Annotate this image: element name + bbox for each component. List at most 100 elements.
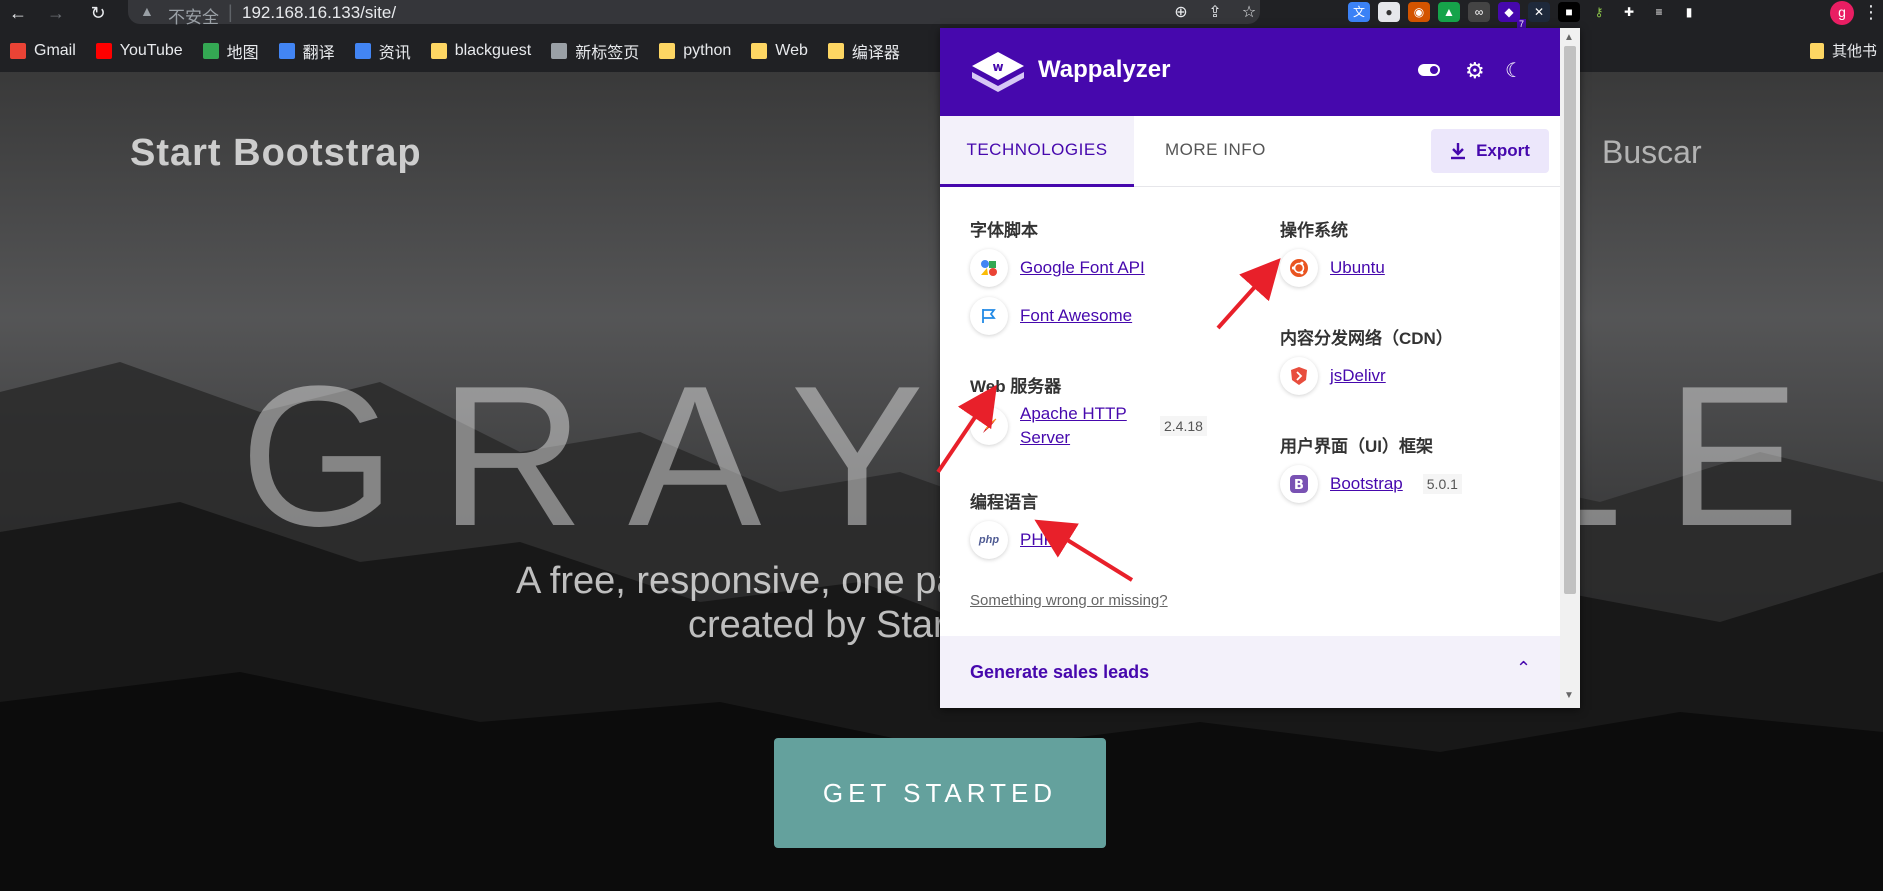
popup-scrollbar[interactable]: ▲ ▼ <box>1560 28 1580 708</box>
bookmark-favicon-icon <box>95 43 112 59</box>
tech-google-font-api[interactable]: Google Font API <box>970 249 1145 287</box>
scroll-down-icon[interactable]: ▼ <box>1564 690 1574 701</box>
tech-name[interactable]: Bootstrap <box>1330 472 1403 496</box>
tech-font-awesome[interactable]: Font Awesome <box>970 297 1132 335</box>
tech-name[interactable]: Ubuntu <box>1330 256 1385 280</box>
extension-key-icon[interactable]: ⚷ <box>1588 2 1610 22</box>
bookmark-item[interactable]: Gmail <box>10 42 76 60</box>
bookmark-label: YouTube <box>119 42 183 59</box>
extension-black-icon[interactable]: ■ <box>1558 2 1580 22</box>
extension-cluster-icon[interactable]: ● <box>1378 2 1400 22</box>
tab-more-info[interactable]: MORE INFO <box>1165 116 1266 184</box>
bootstrap-icon: B <box>1280 465 1318 503</box>
bookmark-favicon-icon <box>827 43 844 59</box>
other-bookmarks-label: 其他书 <box>1832 43 1878 60</box>
tech-name[interactable]: Font Awesome <box>1020 304 1132 328</box>
scrollbar-thumb[interactable] <box>1564 46 1576 594</box>
sales-leads-title[interactable]: Generate sales leads <box>970 662 1149 683</box>
export-button[interactable]: Export <box>1431 129 1549 173</box>
menu-icon[interactable]: ⋮ <box>1862 2 1880 23</box>
tech-jsdelivr[interactable]: jsDelivr <box>1280 357 1386 395</box>
extensions-puzzle-icon[interactable]: ✚ <box>1618 2 1640 22</box>
dark-mode-moon-icon[interactable]: ☾ <box>1505 58 1523 83</box>
tech-bootstrap[interactable]: B Bootstrap 5.0.1 <box>1280 465 1462 503</box>
chevron-up-icon[interactable]: ⌃ <box>1516 658 1531 679</box>
bookmark-star-icon[interactable]: ☆ <box>1238 2 1260 22</box>
bookmark-label: 地图 <box>226 45 259 62</box>
google-font-api-icon <box>970 249 1008 287</box>
extension-image-icon[interactable]: ▲ <box>1438 2 1460 22</box>
tech-version: 5.0.1 <box>1422 474 1462 494</box>
bookmark-item[interactable]: Web <box>751 42 808 60</box>
extension-cookie-icon[interactable]: ◉ <box>1408 2 1430 22</box>
category-font-scripts: 字体脚本 <box>970 221 1038 240</box>
forward-icon[interactable]: → <box>44 2 68 24</box>
php-icon: php <box>970 521 1008 559</box>
zoom-icon[interactable]: ⊕ <box>1170 2 1192 22</box>
extension-glasses-icon[interactable]: ∞ <box>1468 2 1490 22</box>
apache-feather-icon <box>970 407 1008 445</box>
sales-leads-cut-text: ▬▬▬▬ ▬▬▬▬▬▬▬ ▬▬▬▬▬ ▬▬▬▬▬▬ ▬▬▬▬▬ <box>970 696 1470 702</box>
ubuntu-icon <box>1280 249 1318 287</box>
bookmark-label: python <box>683 42 732 59</box>
bookmark-item[interactable]: python <box>659 42 731 60</box>
other-bookmarks[interactable]: 其他书 <box>1810 40 1877 61</box>
profile-avatar[interactable]: g <box>1830 1 1854 25</box>
tech-name[interactable]: jsDelivr <box>1330 364 1386 388</box>
tech-apache-http-server[interactable]: Apache HTTP Server 2.4.18 <box>970 402 1220 450</box>
bookmark-item[interactable]: 新标签页 <box>551 39 639 63</box>
reading-list-icon[interactable]: ≡ <box>1648 2 1670 22</box>
bookmark-label: blackguest <box>454 42 532 59</box>
bookmark-item[interactable]: 地图 <box>202 39 259 63</box>
bookmark-label: 编译器 <box>851 45 900 62</box>
svg-text:B: B <box>1294 478 1304 493</box>
tech-ubuntu[interactable]: Ubuntu <box>1280 249 1385 287</box>
bookmark-item[interactable]: 翻译 <box>278 39 335 63</box>
tech-name[interactable]: Apache HTTP Server <box>1020 402 1140 450</box>
share-icon[interactable]: ⇪ <box>1204 2 1226 22</box>
category-ui-frameworks: 用户界面（UI）框架 <box>1280 437 1433 456</box>
site-search-link[interactable]: Buscar <box>1602 134 1702 171</box>
bookmark-item[interactable]: blackguest <box>430 42 532 60</box>
back-icon[interactable]: ← <box>6 2 30 24</box>
folder-icon <box>1810 42 1824 59</box>
sales-leads-panel[interactable]: Generate sales leads ⌃ ▬▬▬▬ ▬▬▬▬▬▬▬ ▬▬▬▬… <box>940 636 1560 708</box>
category-operating-systems: 操作系统 <box>1280 221 1348 240</box>
bookmark-item[interactable]: 编译器 <box>827 39 900 63</box>
bookmark-favicon-icon <box>751 43 768 59</box>
extension-wappalyzer-icon[interactable]: ◆ 7 <box>1498 2 1526 30</box>
settings-gear-icon[interactable]: ⚙ <box>1465 58 1485 84</box>
address-bar[interactable]: ▲ 不安全 | 192.168.16.133/site/ ⊕ ⇪ ☆ <box>128 0 1260 27</box>
enable-toggle[interactable] <box>1418 64 1440 76</box>
svg-text:w: w <box>992 60 1003 74</box>
bookmark-item[interactable]: 资讯 <box>354 39 411 63</box>
bookmark-favicon-icon <box>202 43 219 59</box>
tab-technologies[interactable]: TECHNOLOGIES <box>940 116 1134 187</box>
bookmark-label: Web <box>775 42 808 59</box>
extension-translate-icon[interactable]: 文 <box>1348 2 1370 22</box>
tech-php[interactable]: php PHP <box>970 521 1055 559</box>
side-panel-icon[interactable]: ▮ <box>1678 2 1700 22</box>
bookmark-label: 翻译 <box>302 45 335 62</box>
jsdelivr-icon <box>1280 357 1318 395</box>
address-separator: | <box>228 2 233 22</box>
extensions-row: 文 ● ◉ ▲ ∞ ◆ 7 ✕ ■ ⚷ ✚ ≡ ▮ <box>1348 0 1700 30</box>
tech-name[interactable]: Google Font API <box>1020 256 1145 280</box>
url-text[interactable]: 192.168.16.133/site/ <box>242 3 396 23</box>
something-wrong-link[interactable]: Something wrong or missing? <box>970 592 1168 609</box>
bookmark-label: 新标签页 <box>575 45 640 62</box>
scroll-up-icon[interactable]: ▲ <box>1564 32 1574 43</box>
bookmark-favicon-icon <box>551 43 568 59</box>
warning-icon[interactable]: ▲ <box>140 3 154 19</box>
browser-toolbar: ← → ↻ ▲ 不安全 | 192.168.16.133/site/ ⊕ ⇪ ☆… <box>0 0 1883 30</box>
get-started-button[interactable]: GET STARTED <box>774 738 1106 848</box>
address-bar-tools: ⊕ ⇪ ☆ <box>1170 2 1260 22</box>
wappalyzer-popup: w Wappalyzer ⚙ ☾ TECHNOLOGIES MORE INFO … <box>940 28 1580 708</box>
download-icon <box>1451 143 1466 160</box>
extension-x-icon[interactable]: ✕ <box>1528 2 1550 22</box>
tech-name[interactable]: PHP <box>1020 528 1055 552</box>
security-label[interactable]: 不安全 <box>168 3 219 28</box>
site-brand[interactable]: Start Bootstrap <box>130 132 422 175</box>
bookmark-item[interactable]: YouTube <box>95 42 183 60</box>
reload-icon[interactable]: ↻ <box>86 2 110 24</box>
